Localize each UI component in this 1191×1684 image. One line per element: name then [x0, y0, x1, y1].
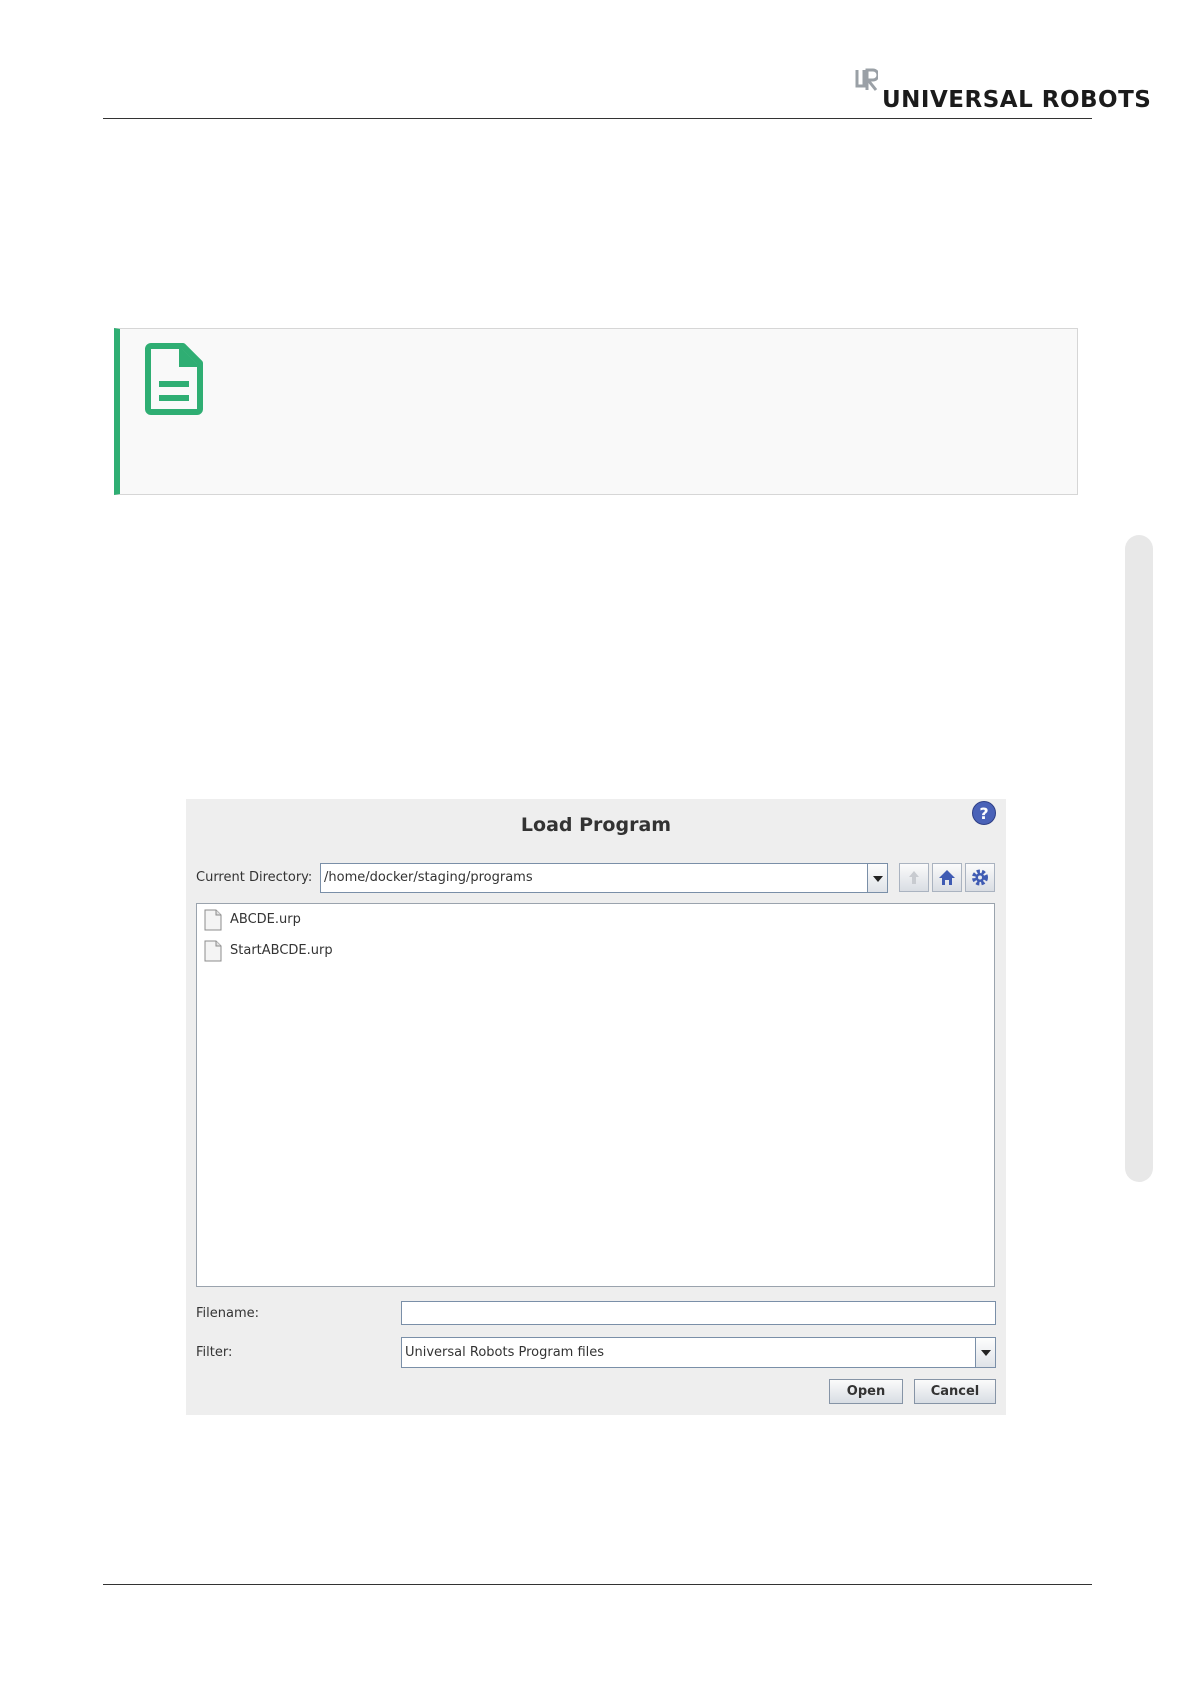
page-scrollbar[interactable] [1125, 535, 1153, 1182]
arrow-up-icon [909, 871, 919, 884]
settings-button[interactable] [965, 863, 995, 892]
file-list[interactable]: ABCDE.urp StartABCDE.urp [196, 903, 995, 1287]
file-name: StartABCDE.urp [230, 943, 333, 958]
help-button[interactable]: ? [972, 801, 996, 825]
filename-field[interactable] [401, 1301, 996, 1325]
dialog-title: Load Program [520, 814, 672, 836]
file-name: ABCDE.urp [230, 912, 301, 927]
chevron-down-icon[interactable] [867, 864, 887, 892]
home-icon [939, 870, 955, 885]
file-icon [204, 909, 222, 931]
current-directory-value: /home/docker/staging/programs [324, 870, 533, 885]
filter-label: Filter: [196, 1345, 233, 1360]
current-directory-label: Current Directory: [196, 870, 313, 885]
ur-logo-mark [854, 68, 878, 92]
filter-value: Universal Robots Program files [405, 1345, 605, 1360]
file-icon [204, 940, 222, 962]
document-note-icon [145, 343, 203, 415]
chevron-down-icon[interactable] [975, 1338, 995, 1367]
open-button[interactable]: Open [829, 1379, 903, 1404]
footer-divider [103, 1584, 1092, 1585]
load-program-dialog: Load Program ? Current Directory: /home/… [186, 799, 1006, 1415]
home-folder-button[interactable] [932, 863, 962, 892]
filter-select[interactable]: Universal Robots Program files [401, 1337, 996, 1368]
header-divider [103, 118, 1092, 119]
filename-label: Filename: [196, 1306, 260, 1321]
note-callout [114, 328, 1078, 495]
gear-icon [972, 869, 988, 886]
cancel-button[interactable]: Cancel [914, 1379, 996, 1404]
current-directory-combo[interactable]: /home/docker/staging/programs [320, 863, 888, 893]
universal-robots-logo: UNIVERSAL ROBOTS [854, 66, 1151, 114]
brand-text: UNIVERSAL ROBOTS [882, 87, 1152, 113]
up-folder-button[interactable] [899, 863, 929, 892]
